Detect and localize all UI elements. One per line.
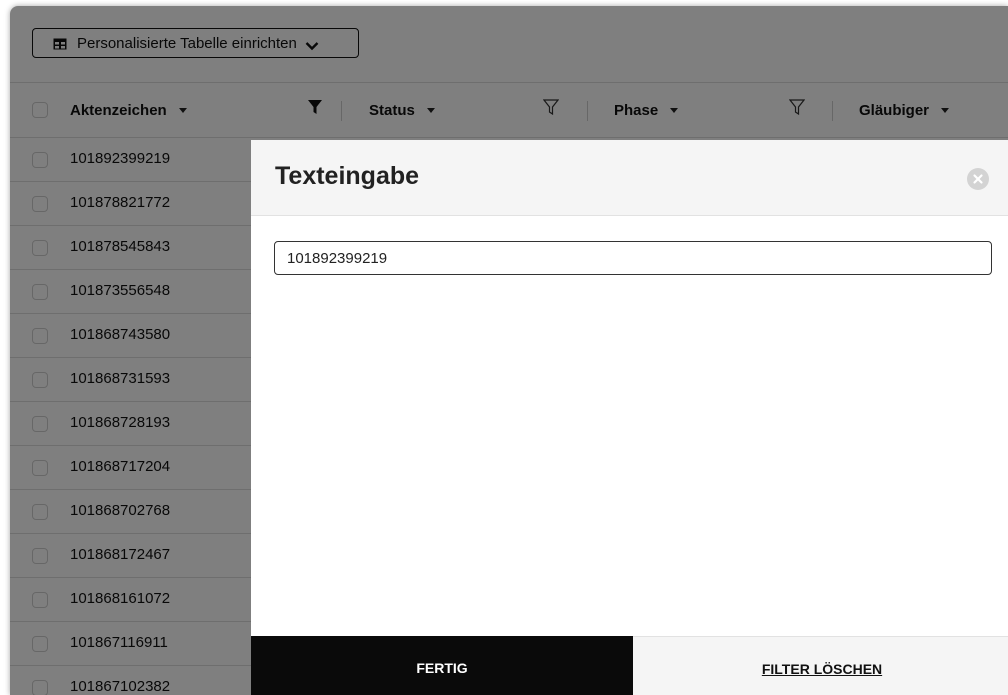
clear-filter-button[interactable]: FILTER LÖSCHEN bbox=[633, 636, 1008, 695]
text-input-dialog: Texteingabe FERTIG FILTER LÖSCHEN bbox=[251, 140, 1008, 695]
filter-text-input[interactable] bbox=[274, 241, 992, 275]
dialog-footer: FERTIG FILTER LÖSCHEN bbox=[251, 636, 1008, 695]
app-window: Personalisierte Tabelle einrichten Akten… bbox=[10, 6, 1008, 695]
dialog-header: Texteingabe bbox=[251, 140, 1008, 216]
dialog-title: Texteingabe bbox=[275, 162, 420, 190]
done-button[interactable]: FERTIG bbox=[251, 636, 633, 695]
close-icon bbox=[973, 174, 983, 184]
close-button[interactable] bbox=[967, 168, 989, 190]
